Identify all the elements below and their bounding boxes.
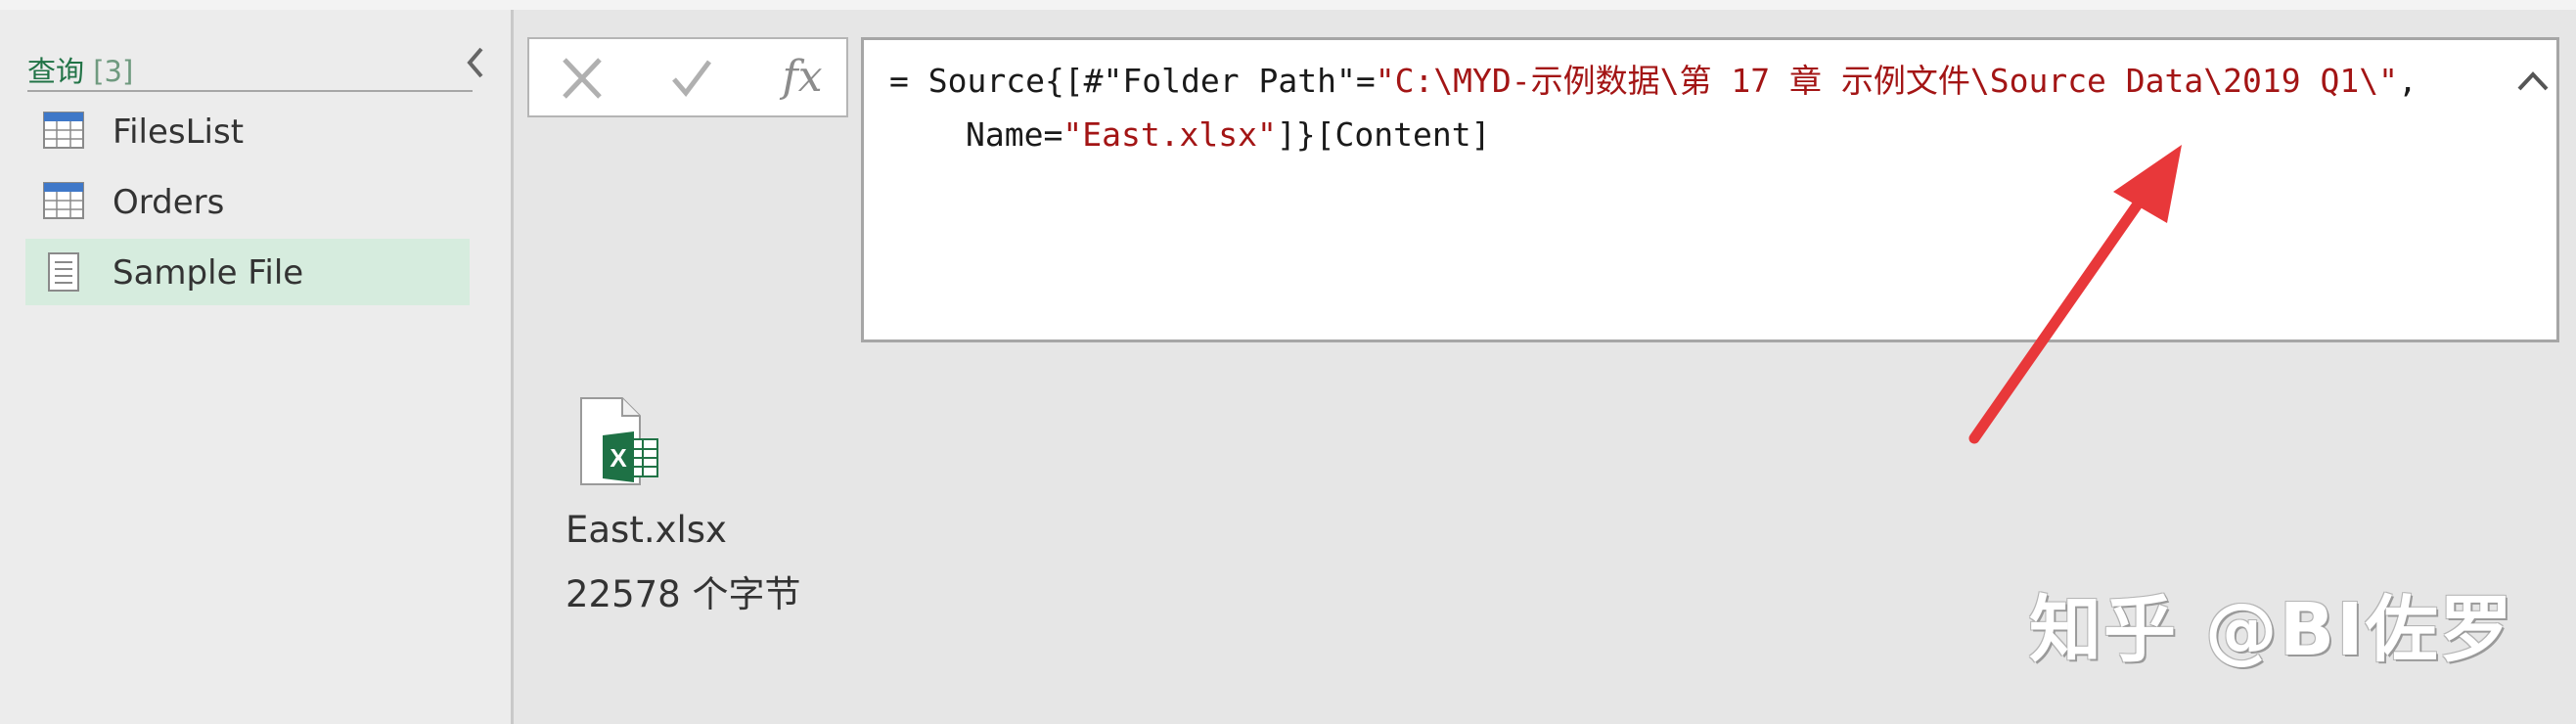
queries-pane-header: 查询 [3] [27, 43, 473, 92]
queries-title-label: 查询 [27, 55, 85, 88]
query-item-orders[interactable]: Orders [25, 168, 470, 235]
excel-file-icon[interactable]: X [575, 396, 663, 486]
cancel-button[interactable] [555, 52, 610, 105]
formula-line-2: Name="East.xlsx"]}[Content] [966, 115, 1490, 155]
queries-title: 查询 [3] [27, 49, 133, 90]
query-item-label: FilesList [113, 113, 245, 152]
query-item-label: Sample File [113, 253, 304, 293]
table-icon [43, 112, 84, 149]
formula-line-1: = Source{[#"Folder Path"="C:\MYD-示例数据\第 … [889, 62, 2418, 101]
svg-text:X: X [610, 443, 627, 473]
checkmark-icon [672, 60, 711, 97]
chevron-left-icon[interactable] [460, 43, 493, 82]
close-icon [563, 58, 602, 99]
query-item-fileslist[interactable]: FilesList [25, 98, 470, 164]
pane-divider[interactable] [511, 10, 514, 724]
formula-code: Name= [966, 115, 1063, 154]
formula-code: , [2397, 62, 2418, 100]
formula-bar-buttons: fx [527, 37, 848, 117]
file-name: East.xlsx [565, 509, 727, 551]
query-count: [3] [93, 55, 134, 88]
top-strip [0, 0, 2576, 10]
file-size: 22578 个字节 [565, 573, 801, 615]
document-icon [43, 252, 84, 292]
commit-button[interactable] [664, 52, 719, 105]
formula-code: ]}[Content] [1276, 115, 1491, 154]
chevron-up-icon[interactable] [2513, 62, 2553, 101]
formula-editor[interactable]: = Source{[#"Folder Path"="C:\MYD-示例数据\第 … [861, 37, 2559, 342]
table-icon [43, 182, 84, 219]
formula-string-literal: "East.xlsx" [1062, 115, 1277, 154]
query-item-sample-file[interactable]: Sample File [25, 239, 470, 305]
query-item-label: Orders [113, 183, 225, 222]
formula-code: = Source{[#"Folder Path"= [889, 62, 1376, 100]
formula-string-literal: "C:\MYD-示例数据\第 17 章 示例文件\Source Data\201… [1375, 62, 2398, 100]
watermark: 知乎 @BI佐罗 [2029, 588, 2514, 672]
insert-function-button[interactable]: fx [768, 43, 836, 112]
